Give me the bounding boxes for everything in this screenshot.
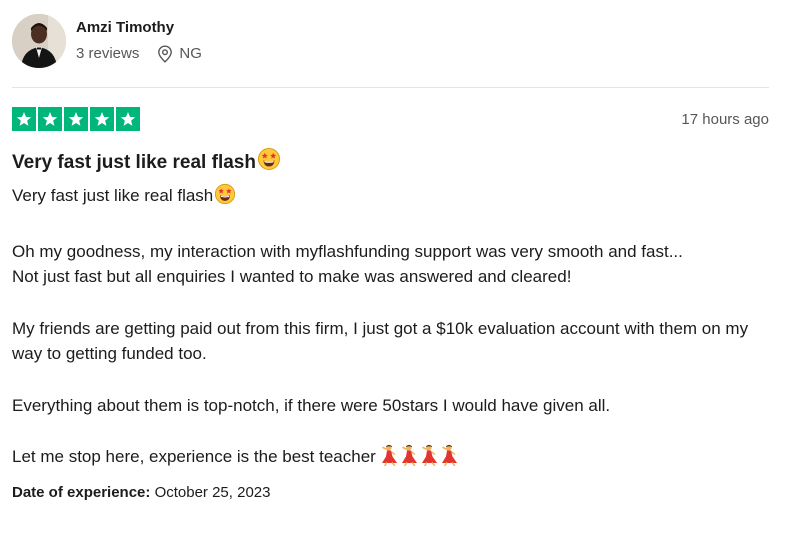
review-date: 17 hours ago	[681, 110, 769, 128]
review-paragraph: Not just fast but all enquiries I wanted…	[12, 264, 769, 290]
woman-dancing-emoji-icon	[381, 444, 397, 466]
review-text: Everything about them is top-notch, if t…	[12, 395, 611, 415]
consumer-name[interactable]: Amzi Timothy	[76, 19, 202, 37]
rating-row: 17 hours ago	[12, 107, 769, 131]
woman-dancing-emoji-icon	[441, 444, 457, 466]
experience-label: Date of experience:	[12, 483, 151, 501]
review-count: 3 reviews	[76, 45, 140, 62]
star-icon	[116, 107, 140, 131]
review-body: Very fast just like real flash Oh my goo…	[12, 183, 769, 470]
consumer-country: NG	[179, 45, 202, 62]
star-struck-emoji-icon	[257, 147, 281, 178]
consumer-meta: 3 reviews NG	[76, 45, 202, 63]
avatar[interactable]	[12, 14, 66, 68]
star-icon	[38, 107, 62, 131]
review-title-text: Very fast just like real flash	[12, 151, 256, 173]
review-text: Let me stop here, experience is the best…	[12, 447, 376, 466]
woman-dancing-emoji-icon	[421, 444, 437, 466]
review-paragraph: My friends are getting paid out from thi…	[12, 316, 769, 367]
review-paragraph: Let me stop here, experience is the best…	[12, 444, 769, 470]
review-text: Oh my goodness, my interaction with myfl…	[12, 241, 683, 261]
profile-photo-icon	[12, 14, 66, 68]
star-icon	[90, 107, 114, 131]
star-struck-emoji-icon	[214, 183, 236, 213]
star-rating	[12, 107, 140, 131]
consumer-header: Amzi Timothy 3 reviews NG	[12, 14, 769, 68]
review-paragraph: Everything about them is top-notch, if t…	[12, 393, 769, 419]
review-text: Very fast just like real flash	[12, 186, 214, 205]
divider	[12, 87, 769, 88]
experience-date: October 25, 2023	[154, 483, 271, 501]
star-icon	[12, 107, 36, 131]
star-icon	[64, 107, 88, 131]
review-card: Amzi Timothy 3 reviews NG 17 hours ago V…	[12, 14, 769, 502]
review-title[interactable]: Very fast just like real flash	[12, 147, 769, 178]
consumer-info: Amzi Timothy 3 reviews NG	[76, 19, 202, 63]
review-text: My friends are getting paid out from thi…	[12, 318, 749, 364]
map-pin-icon	[157, 45, 173, 63]
review-paragraph: Oh my goodness, my interaction with myfl…	[12, 239, 769, 265]
woman-dancing-emoji-icon	[401, 444, 417, 466]
dancer-emoji-group	[380, 444, 459, 466]
review-paragraph: Very fast just like real flash	[12, 183, 769, 213]
date-of-experience: Date of experience: October 25, 2023	[12, 484, 769, 502]
review-text: Not just fast but all enquiries I wanted…	[12, 267, 572, 286]
